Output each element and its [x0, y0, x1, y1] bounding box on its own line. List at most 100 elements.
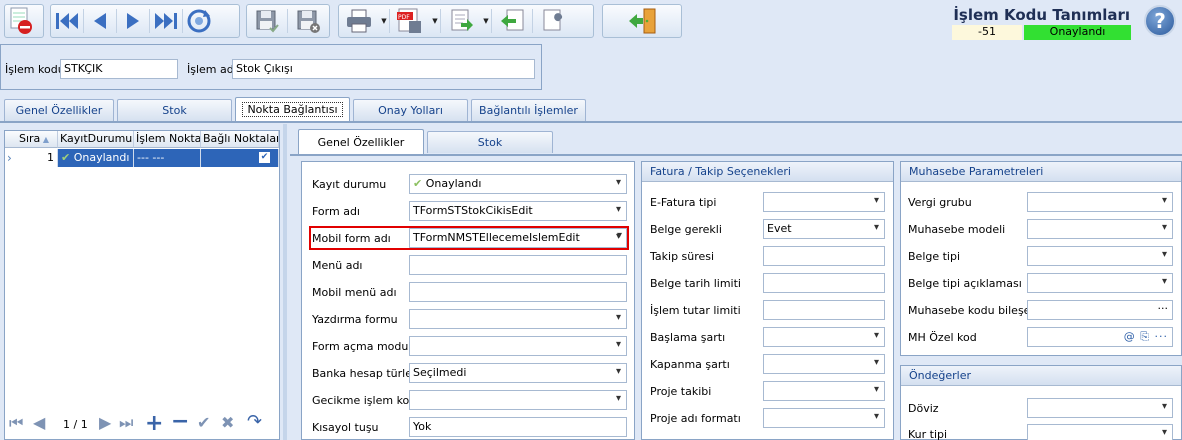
subtab-border: [290, 154, 1182, 156]
back-button[interactable]: [492, 5, 532, 37]
doviz-field[interactable]: [1027, 398, 1173, 418]
form-acma-modu-field[interactable]: [409, 336, 627, 356]
nav-prev-icon[interactable]: ◀: [33, 413, 45, 432]
belge-tipi-aciklamasi-label: Belge tipi açıklaması: [908, 277, 1022, 290]
vergi-grubu-field[interactable]: [1027, 192, 1173, 212]
refresh-icon: [187, 9, 211, 33]
yazdirma-formu-field[interactable]: [409, 309, 627, 329]
kayit-durumu-label: Kayıt durumu: [312, 178, 387, 191]
nav-refresh-icon[interactable]: ↷: [247, 411, 262, 432]
belge-tipi-label: Belge tipi: [908, 250, 961, 263]
kur-tipi-field[interactable]: [1027, 424, 1173, 440]
islem-adi-field[interactable]: Stok Çıkışı: [232, 59, 535, 79]
nav-first-icon[interactable]: ⏮: [9, 413, 23, 433]
nav-next-icon[interactable]: ▶: [99, 413, 111, 432]
form-adi-field[interactable]: TFormSTStokCikisEdit: [409, 201, 627, 221]
e-fatura-tipi-field[interactable]: [763, 192, 885, 212]
proje-takibi-label: Proje takibi: [650, 385, 712, 398]
highlight-box: TFormNMSTEllecemeIslemEdit: [309, 226, 629, 250]
exit-button[interactable]: [626, 5, 658, 37]
import-export-button[interactable]: [441, 5, 481, 37]
islem-kodu-label: İşlem kodu: [5, 63, 65, 76]
next-record-button[interactable]: [117, 5, 149, 37]
check-icon: ✔: [61, 151, 74, 164]
kisayol-tusu-value: Yok: [413, 420, 432, 433]
previous-record-button[interactable]: [84, 5, 116, 37]
print-button[interactable]: [339, 5, 379, 37]
kur-tipi-label: Kur tipi: [908, 428, 948, 440]
special-code-icons[interactable]: @ ⎘ ···: [1124, 330, 1168, 344]
cell-bagli-noktalar[interactable]: ✔: [201, 149, 279, 167]
pdf-dropdown-arrow[interactable]: ▼: [430, 5, 440, 37]
muhasebe-modeli-field[interactable]: [1027, 219, 1173, 239]
kisayol-tusu-field[interactable]: Yok: [409, 417, 627, 437]
nokta-grid: Sıra ▲ KayıtDurumu İşlem Noktası Bağlı N…: [4, 130, 280, 440]
tab-content-border: [0, 121, 1182, 123]
belge-tipi-field[interactable]: [1027, 246, 1173, 266]
exit-door-icon: [629, 8, 656, 34]
cell-kayit-durumu[interactable]: ✔ Onaylandı: [58, 149, 134, 167]
refresh-button[interactable]: [183, 5, 215, 37]
takip-suresi-label: Takip süresi: [650, 250, 715, 263]
tab-genel-ozellikler[interactable]: Genel Özellikler: [4, 99, 114, 121]
subtab-stok[interactable]: Stok: [427, 131, 553, 153]
baslama-sarti-field[interactable]: [763, 327, 885, 347]
belge-tipi-aciklamasi-field[interactable]: [1027, 273, 1173, 293]
delete-record-button[interactable]: [5, 5, 37, 37]
ellipsis-icon[interactable]: ···: [1158, 302, 1169, 315]
tools-button[interactable]: [533, 5, 573, 37]
menu-adi-field[interactable]: [409, 255, 627, 275]
fatura-takip-group: Fatura / Takip Seçenekleri E-Fatura tipi…: [641, 161, 894, 440]
i-slem-tutar-limiti-field[interactable]: [763, 300, 885, 320]
tab-nokta-baglantisi[interactable]: Nokta Bağlantısı: [235, 97, 350, 121]
mobil-form-adi-field[interactable]: TFormNMSTEllecemeIslemEdit: [409, 228, 627, 248]
cell-sira[interactable]: 1: [17, 149, 58, 167]
kapanma-sarti-label: Kapanma şartı: [650, 358, 730, 371]
takip-suresi-field[interactable]: [763, 246, 885, 266]
subtab-genel-ozellikler[interactable]: Genel Özellikler: [298, 129, 424, 155]
splitter[interactable]: [283, 124, 287, 440]
yazdirma-formu-label: Yazdırma formu: [312, 313, 398, 326]
kayit-durumu-field[interactable]: ✔ Onaylandı: [409, 174, 627, 194]
belge-tarih-limiti-field[interactable]: [763, 273, 885, 293]
kisayol-tusu-label: Kısayol tuşu: [312, 421, 379, 434]
grid-header-kayit-durumu[interactable]: KayıtDurumu: [58, 131, 134, 148]
ondegerler-group: Öndeğerler Döviz Kur tipi: [900, 365, 1182, 440]
cell-islem-noktasi[interactable]: --- ---: [134, 149, 201, 167]
tab-baglantili-islemler[interactable]: Bağlantılı İşlemler: [471, 99, 586, 121]
proje-adi-formati-field[interactable]: [763, 408, 885, 428]
mobil-menu-adi-field[interactable]: [409, 282, 627, 302]
checkbox-checked-icon: ✔: [259, 152, 270, 163]
nav-remove-icon[interactable]: −: [171, 409, 189, 434]
help-icon[interactable]: ?: [1144, 5, 1176, 37]
pdf-button[interactable]: PDF: [390, 5, 430, 37]
gecikme-islem-kodu-field[interactable]: [409, 390, 627, 410]
tab-stok[interactable]: Stok: [117, 99, 232, 121]
e-fatura-tipi-label: E-Fatura tipi: [650, 196, 717, 209]
grid-header-bagli-noktalar[interactable]: Bağlı Noktalar: [201, 131, 279, 148]
grid-header-sira[interactable]: Sıra ▲: [5, 131, 58, 148]
nav-add-icon[interactable]: +: [145, 411, 163, 436]
last-record-button[interactable]: [150, 5, 182, 37]
first-record-button[interactable]: [51, 5, 83, 37]
mh-ozel-kod-field[interactable]: @ ⎘ ···: [1027, 327, 1173, 347]
import-export-icon: [451, 9, 473, 31]
form-acma-modu-label: Form açma modu: [312, 340, 409, 353]
nav-cancel-icon[interactable]: ✖: [221, 413, 234, 432]
belge-gerekli-field[interactable]: Evet: [763, 219, 885, 239]
import-export-dropdown-arrow[interactable]: ▼: [481, 5, 491, 37]
islem-kodu-field[interactable]: STKÇIK: [60, 59, 178, 79]
tab-onay-yollari[interactable]: Onay Yolları: [353, 99, 468, 121]
nav-last-icon[interactable]: ⏭: [119, 413, 133, 433]
nav-post-icon[interactable]: ✔: [197, 413, 210, 432]
save-button[interactable]: [247, 5, 287, 37]
print-dropdown-arrow[interactable]: ▼: [379, 5, 389, 37]
fatura-takip-title: Fatura / Takip Seçenekleri: [642, 162, 893, 182]
grid-header-islem-noktasi[interactable]: İşlem Noktası: [134, 131, 201, 148]
kapanma-sarti-field[interactable]: [763, 354, 885, 374]
banka-hesap-turleri-field[interactable]: Seçilmedi: [409, 363, 627, 383]
sort-asc-icon: ▲: [40, 135, 50, 144]
save-and-close-button[interactable]: [288, 5, 328, 37]
muhasebe-kodu-bileseni-field[interactable]: ···: [1027, 300, 1173, 320]
proje-takibi-field[interactable]: [763, 381, 885, 401]
